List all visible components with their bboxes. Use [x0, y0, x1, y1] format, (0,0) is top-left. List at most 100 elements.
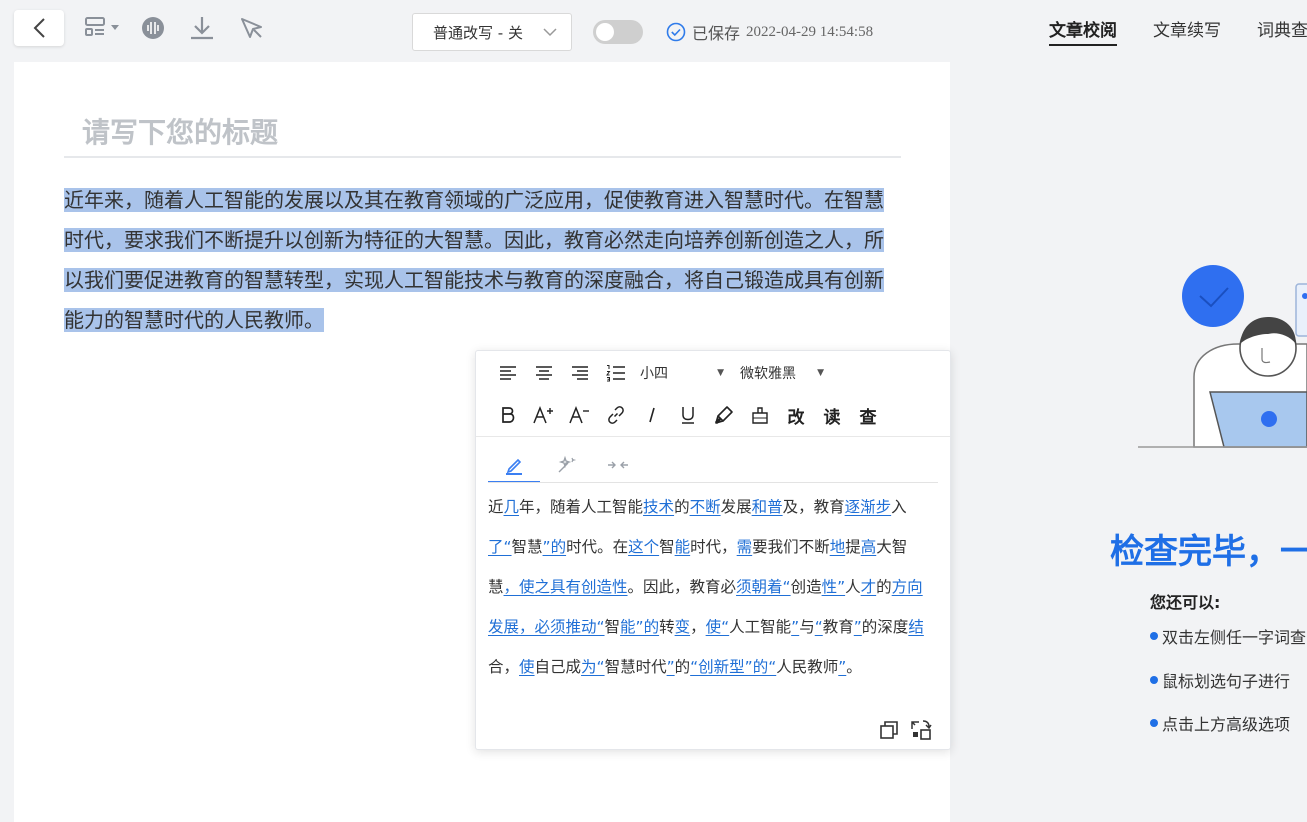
toggle-knob	[596, 23, 614, 41]
changed-segment[interactable]: 地	[830, 538, 846, 556]
format-toolbar-row1: 小四 ▼ 微软雅黑 ▼	[490, 361, 834, 385]
smart-cursor-button[interactable]	[238, 14, 266, 42]
underline-icon	[682, 407, 694, 424]
text-segment: 人工智能	[729, 618, 792, 636]
download-button[interactable]	[188, 14, 216, 42]
back-button[interactable]	[14, 10, 64, 46]
bullet-dot	[1150, 676, 1158, 684]
saved-time: 2022-04-29 14:54:58	[746, 23, 874, 40]
text-segment: 创造	[790, 578, 822, 596]
tab-rewrite-pen[interactable]	[488, 449, 540, 483]
font-decrease-button[interactable]	[562, 403, 598, 427]
changed-segment[interactable]: 能	[675, 538, 691, 556]
changed-segment[interactable]: 使	[519, 658, 535, 676]
changed-segment[interactable]: 高	[861, 538, 877, 556]
replace-button[interactable]	[910, 719, 932, 745]
rewrite-button[interactable]: 改	[778, 403, 814, 428]
editor-body[interactable]: 近年来，随着人工智能的发展以及其在教育领域的广泛应用，促使教育进入智慧时代。在智…	[64, 180, 898, 340]
text-segment: 的	[674, 658, 691, 676]
text-segment: 合，	[488, 658, 520, 676]
chevron-down-icon	[543, 27, 557, 36]
check-circle-icon	[666, 22, 686, 42]
bullet-dot	[1150, 719, 1158, 727]
changed-segment[interactable]: 性”	[822, 578, 846, 596]
bold-button[interactable]	[490, 403, 526, 427]
changed-segment[interactable]: ”的	[543, 538, 567, 556]
changed-segment[interactable]: 使“	[706, 618, 730, 636]
align-left-icon	[500, 366, 516, 380]
changed-segment[interactable]: ”	[854, 618, 862, 636]
changed-segment[interactable]: 不断	[690, 498, 721, 516]
italic-icon	[649, 407, 655, 423]
link-button[interactable]	[598, 403, 634, 427]
font-size-select[interactable]: 小四 ▼	[634, 363, 734, 383]
pen-icon	[506, 458, 522, 475]
changed-segment[interactable]: 几	[504, 498, 520, 516]
changed-segment[interactable]: 才	[861, 578, 877, 596]
align-right-button[interactable]	[562, 361, 598, 385]
changed-segment[interactable]: 结	[908, 618, 924, 636]
layout-list-icon	[85, 17, 119, 36]
font-decrease-icon	[569, 405, 589, 424]
changed-segment[interactable]: ”	[667, 658, 675, 676]
changed-segment[interactable]: 能”的	[620, 618, 659, 636]
tab-continue[interactable]: 文章续写	[1153, 16, 1221, 46]
read-button[interactable]: 读	[814, 403, 850, 428]
selected-text[interactable]: 近年来，随着人工智能的发展以及其在教育领域的广泛应用，促使教育进入智慧时代。在智…	[64, 188, 884, 332]
tab-condense[interactable]	[592, 449, 644, 481]
text-segment: 的	[674, 498, 690, 516]
align-left-button[interactable]	[490, 361, 526, 385]
text-segment: 人	[845, 578, 861, 596]
highlight-button[interactable]	[706, 403, 742, 427]
changed-segment[interactable]: 这个	[628, 538, 659, 556]
changed-segment[interactable]: “创新型”的“	[690, 658, 776, 676]
changed-segment[interactable]: ”	[791, 618, 799, 636]
top-tabs: 文章校阅 文章续写 词典查询	[1049, 16, 1307, 46]
tip-item: 双击左侧任一字词查	[1150, 624, 1306, 648]
download-icon	[191, 17, 213, 40]
replace-icon	[911, 720, 932, 740]
text-segment: ，	[690, 618, 706, 636]
tab-magic[interactable]	[540, 449, 592, 481]
clear-format-button[interactable]	[742, 403, 778, 427]
underline-button[interactable]	[670, 403, 706, 427]
changed-segment[interactable]: ，使之具有创造性	[504, 578, 628, 596]
rewrite-mode-select[interactable]: 普通改写 - 关	[412, 13, 572, 51]
layout-menu-button[interactable]	[84, 14, 122, 42]
check-complete-title: 检查完毕，一	[1110, 533, 1307, 571]
text-segment: 及，教育	[782, 498, 845, 516]
text-segment: 发展	[720, 498, 752, 516]
tab-proofread[interactable]: 文章校阅	[1049, 16, 1117, 46]
font-increase-button[interactable]	[526, 403, 562, 427]
popup-divider	[476, 436, 950, 437]
text-segment: 的深度	[861, 618, 909, 636]
check-button[interactable]: 查	[850, 403, 886, 428]
changed-segment[interactable]: 了“	[488, 538, 512, 556]
changed-segment[interactable]: “	[815, 618, 823, 636]
changed-segment[interactable]: 需	[737, 538, 753, 556]
changed-segment[interactable]: 和普	[752, 498, 783, 516]
check-complete-illustration	[1138, 265, 1307, 448]
changed-segment[interactable]: 变	[675, 618, 691, 636]
text-segment: 近	[488, 498, 504, 516]
ordered-list-button[interactable]	[598, 361, 634, 385]
changed-segment[interactable]: 技术	[643, 498, 674, 516]
changed-segment[interactable]: 为“	[581, 658, 605, 676]
rewrite-toggle[interactable]	[593, 20, 643, 44]
text-segment: 转	[659, 618, 675, 636]
align-center-button[interactable]	[526, 361, 562, 385]
link-icon	[608, 406, 624, 424]
changed-segment[interactable]: 须朝着“	[736, 578, 791, 596]
title-input[interactable]	[64, 110, 901, 158]
text-segment: 的	[876, 578, 892, 596]
changed-segment[interactable]: 逐渐步	[845, 498, 892, 516]
copy-button[interactable]	[878, 719, 900, 745]
text-segment: 智慧	[511, 538, 543, 556]
font-family-select[interactable]: 微软雅黑 ▼	[734, 363, 834, 383]
text-segment: 入	[891, 498, 907, 516]
font-size-value: 小四	[640, 366, 668, 382]
italic-button[interactable]	[634, 403, 670, 427]
align-right-icon	[572, 366, 588, 380]
tab-dictionary[interactable]: 词典查询	[1257, 16, 1307, 46]
voice-button[interactable]	[140, 14, 166, 42]
